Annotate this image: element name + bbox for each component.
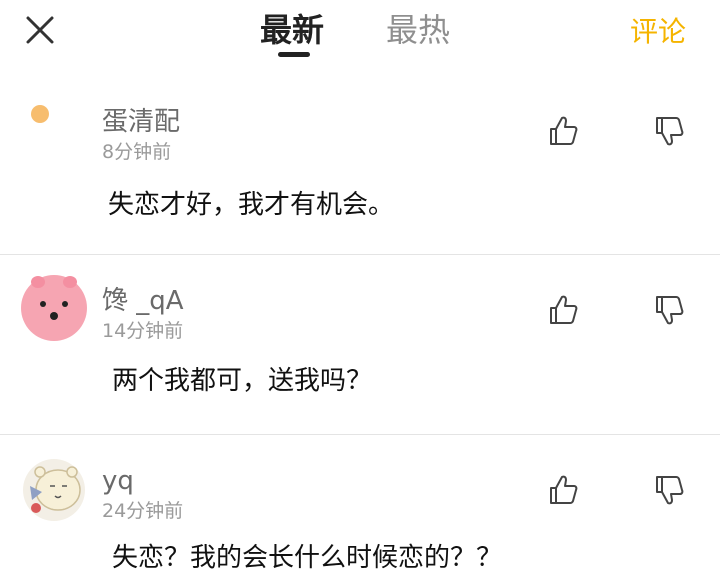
dislike-button[interactable] (652, 473, 686, 507)
like-button[interactable] (546, 114, 580, 148)
pink-pig-avatar-image (21, 275, 87, 341)
comment-item: 馋 _qA 14分钟前 两个我都可，送我吗？ (0, 256, 720, 434)
timestamp: 24分钟前 (102, 500, 184, 522)
username[interactable]: 馋 _qA (102, 284, 184, 318)
dislike-button[interactable] (652, 293, 686, 327)
close-button[interactable] (22, 12, 58, 48)
avatar[interactable] (20, 94, 60, 134)
thumbs-up-icon (550, 116, 578, 145)
divider (0, 434, 720, 435)
active-tab-indicator (278, 52, 310, 57)
comment-text: 失恋才好，我才有机会。 (108, 190, 395, 220)
comment-text: 两个我都可，送我吗？ (112, 366, 373, 396)
tab-latest[interactable]: 最新 (260, 8, 324, 52)
write-comment-button[interactable]: 评论 (630, 14, 686, 50)
timestamp: 14分钟前 (102, 320, 184, 342)
dislike-button[interactable] (652, 114, 686, 148)
avatar[interactable] (18, 270, 90, 342)
username[interactable]: 蛋清配 (102, 105, 180, 139)
bear-avatar-image (23, 459, 85, 521)
thumbs-down-icon (656, 476, 684, 505)
comment-item: yq 24分钟前 失恋？我的会长什么时候恋的？？ (0, 436, 720, 576)
comment-item: 蛋清配 8分钟前 失恋才好，我才有机会。 (0, 90, 720, 254)
tab-hot[interactable]: 最热 (386, 8, 450, 52)
top-bar: 最新 最热 评论 (0, 0, 720, 70)
thumbs-down-icon (656, 117, 684, 146)
avatar[interactable] (22, 458, 86, 522)
divider (0, 254, 720, 255)
close-icon (26, 16, 54, 44)
like-button[interactable] (546, 293, 580, 327)
comment-text: 失恋？我的会长什么时候恋的？？ (112, 543, 503, 573)
thumbs-up-icon (550, 295, 578, 324)
username[interactable]: yq (102, 464, 134, 498)
like-button[interactable] (546, 473, 580, 507)
thumbs-down-icon (656, 296, 684, 325)
timestamp: 8分钟前 (102, 141, 172, 163)
thumbs-up-icon (550, 475, 578, 504)
avatar-dot-image (31, 105, 49, 123)
